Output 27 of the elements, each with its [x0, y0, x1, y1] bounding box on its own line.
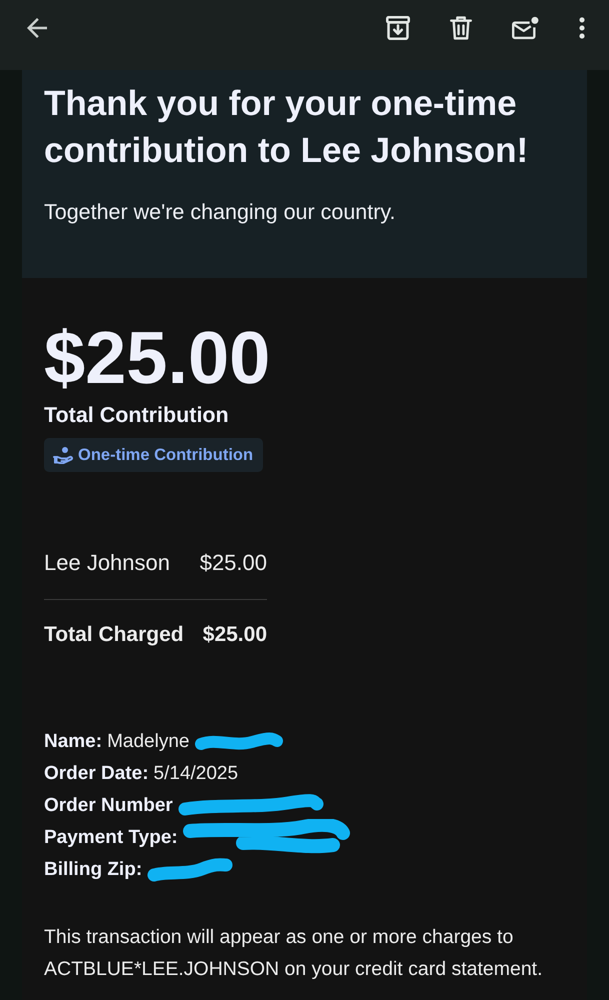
trash-icon — [450, 16, 472, 40]
statement-note: This transaction will appear as one or more charges to ACTBLUE*LEE.JOHNSON on your credit card statement. — [44, 925, 544, 982]
detail-value: 5/14/2025 — [154, 763, 238, 785]
total-label: Total Charged — [44, 622, 184, 648]
detail-label: Order Date: — [44, 763, 149, 785]
more-options-button[interactable] — [579, 15, 585, 41]
thank-you-heading: Thank you for your one-time contribution to Lee Johnson! — [44, 83, 530, 172]
detail-label: Billing Zip: — [44, 859, 142, 881]
line-item-name: Lee Johnson — [44, 549, 170, 577]
line-item-amount: $25.00 — [200, 549, 267, 577]
detail-label: Name: — [44, 731, 102, 753]
header-subtitle: Together we're changing our country. — [44, 199, 396, 226]
detail-label: Payment Type: — [44, 827, 178, 849]
amount-label: Total Contribution — [44, 402, 229, 428]
delete-button[interactable] — [450, 15, 472, 41]
total-amount: $25.00 — [202, 622, 267, 648]
hand-coin-icon — [53, 446, 73, 464]
mark-unread-button[interactable] — [512, 15, 539, 41]
archive-box-icon — [386, 16, 410, 40]
mail-dot-icon — [512, 16, 539, 40]
more-options-icon — [579, 17, 585, 39]
badge-label: One-time Contribution — [78, 446, 254, 464]
back-arrow-icon — [27, 18, 47, 38]
detail-label: Order Number — [44, 795, 173, 817]
archive-button[interactable] — [386, 15, 410, 41]
contribution-amount: $25.00 — [44, 318, 270, 398]
detail-value: Madelyne — [107, 731, 190, 753]
